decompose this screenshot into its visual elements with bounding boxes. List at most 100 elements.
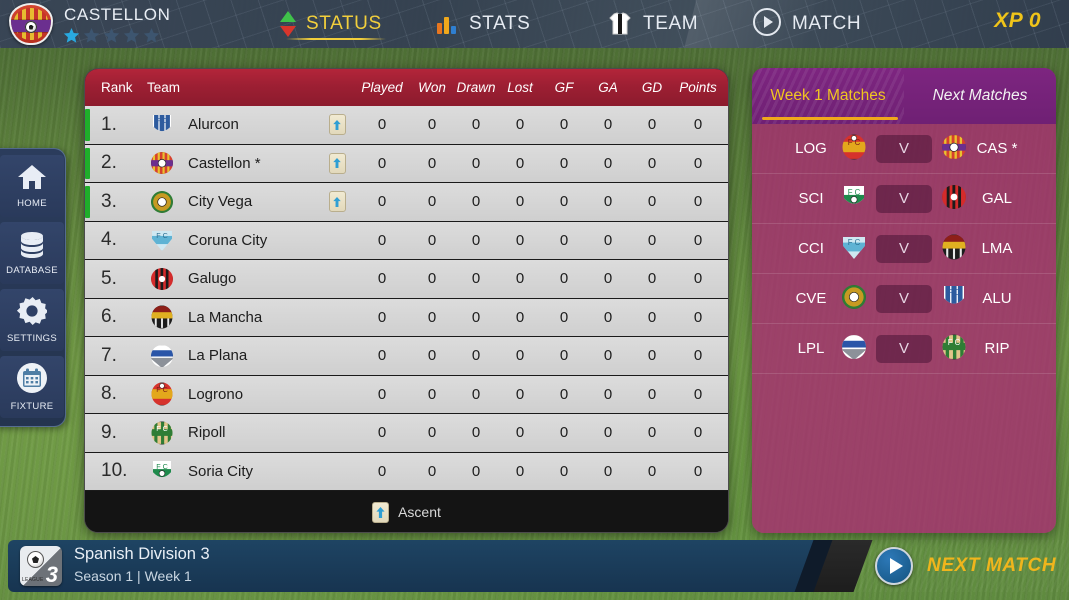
row-rank: 10. [101,460,128,482]
table-row[interactable]: 10. F C Soria City 0 0 0 0 0 0 0 0 [85,452,728,491]
row-team-name: Logrono [188,385,244,403]
row-rank: 8. [101,383,117,405]
row-lost: 0 [515,231,525,249]
matches-tab-next[interactable]: Next Matches [904,68,1056,124]
alurcon-crest-icon: F C [941,284,967,314]
ripoll-crest-icon: F C [147,421,177,445]
nav-item-status[interactable]: STATUS [280,0,386,48]
match-row[interactable]: LPL V F C RIP [752,324,1056,374]
row-drawn: 0 [471,116,481,134]
match-row[interactable]: CVE V F C ALU [752,274,1056,324]
row-ga: 0 [603,154,613,172]
row-gf: 0 [559,385,569,403]
castellon-crest-icon [147,151,177,175]
svg-text:F C: F C [848,187,861,196]
row-team-name: Coruna City [188,231,268,249]
nav-item-team[interactable]: TEAM [607,0,698,48]
table-row[interactable]: 4. F C Coruna City 0 0 0 0 0 0 0 0 [85,221,728,260]
sidebar-item-fixture[interactable]: FIXTURE [0,356,64,418]
soriacity-crest-icon: F C [147,459,177,483]
league-table-header: Rank Team Played Won Drawn Lost GF GA GD… [85,69,728,106]
league-table-body: 1. F C Alurcon 0 0 0 0 0 0 0 0 2. Castell… [85,106,728,491]
row-gd: 0 [647,116,657,134]
row-drawn: 0 [471,347,481,365]
table-row[interactable]: 5. Galugo 0 0 0 0 0 0 0 0 [85,260,728,299]
promotion-bar [85,186,90,218]
top-nav: STATUS STATS TEAM MATCH [0,0,1069,48]
row-gf: 0 [559,462,569,480]
row-won: 0 [427,347,437,365]
row-team-name: Alurcon [188,116,239,134]
league-badge-icon: LEAGUE 3 [20,546,62,586]
row-points: 0 [693,347,703,365]
row-drawn: 0 [471,424,481,442]
match-row[interactable]: LOG F C V CAS * [752,124,1056,174]
svg-text:F C: F C [156,116,168,125]
row-gd: 0 [647,308,657,326]
row-gd: 0 [647,462,657,480]
table-row[interactable]: 9. F C Ripoll 0 0 0 0 0 0 0 0 [85,414,728,453]
row-team-name: La Mancha [188,308,263,326]
table-row[interactable]: 1. F C Alurcon 0 0 0 0 0 0 0 0 [85,106,728,145]
play-circle-icon [875,547,913,585]
laplana-crest-icon [147,344,177,368]
row-points: 0 [693,116,703,134]
matches-list: LOG F C V CAS * SCI F C V GAL CCI F C V LM… [752,124,1056,374]
galugo-crest-icon [941,184,967,214]
sidebar-item-settings[interactable]: SETTINGS [0,289,64,351]
match-vs-chip: V [876,334,932,363]
matches-tab-label: Week 1 Matches [770,87,886,104]
row-played: 0 [377,231,387,249]
lamancha-crest-icon [147,305,177,329]
row-gf: 0 [559,116,569,134]
row-gd: 0 [647,154,657,172]
match-away-abbr: LMA [981,240,1013,257]
calendar-icon [16,362,48,399]
row-lost: 0 [515,193,525,211]
alurcon-crest-icon: F C [147,113,177,137]
next-match-button[interactable]: NEXT MATCH [837,540,1069,592]
match-away-abbr: GAL [981,190,1012,207]
match-row[interactable]: CCI F C V LMA [752,224,1056,274]
row-won: 0 [427,116,437,134]
status-arrows-icon [280,10,296,38]
sidebar-item-database[interactable]: DATABASE [0,222,64,284]
table-row[interactable]: 3. City Vega 0 0 0 0 0 0 0 0 [85,183,728,222]
top-bar: CASTELLON STATUS STATS TEAM MATCH XP 0 [0,0,1069,48]
row-gf: 0 [559,347,569,365]
match-vs-chip: V [876,134,932,163]
row-ga: 0 [603,270,613,288]
row-lost: 0 [515,462,525,480]
svg-text:F C: F C [156,424,168,433]
table-row[interactable]: 7. La Plana 0 0 0 0 0 0 0 0 [85,337,728,376]
row-ga: 0 [603,308,613,326]
table-row[interactable]: 2. Castellon * 0 0 0 0 0 0 0 0 [85,144,728,183]
bar-chart-icon [437,14,459,34]
table-row[interactable]: 6. La Mancha 0 0 0 0 0 0 0 0 [85,298,728,337]
row-lost: 0 [515,154,525,172]
corunacity-crest-icon: F C [841,234,867,264]
shirt-icon [607,12,633,36]
row-rank: 7. [101,344,117,366]
matches-tab-week[interactable]: Week 1 Matches [752,68,904,124]
sidebar-item-label: HOME [17,198,47,209]
row-ga: 0 [603,231,613,249]
col-gf: GF [554,80,574,95]
svg-text:F C: F C [156,385,168,394]
ascent-arrow-icon [328,114,346,136]
row-gd: 0 [647,424,657,442]
row-points: 0 [693,385,703,403]
nav-item-stats[interactable]: STATS [437,0,530,48]
sidebar-item-home[interactable]: HOME [0,155,64,217]
nav-item-match[interactable]: MATCH [752,0,861,48]
row-rank: 1. [101,113,117,135]
row-drawn: 0 [471,270,481,288]
table-row[interactable]: 8. F C Logrono 0 0 0 0 0 0 0 0 [85,375,728,414]
match-row[interactable]: SCI F C V GAL [752,174,1056,224]
league-badge-number: 3 [45,562,58,586]
match-vs-chip: V [876,284,932,313]
svg-text:F C: F C [156,231,168,240]
row-drawn: 0 [471,308,481,326]
row-played: 0 [377,385,387,403]
row-ga: 0 [603,347,613,365]
